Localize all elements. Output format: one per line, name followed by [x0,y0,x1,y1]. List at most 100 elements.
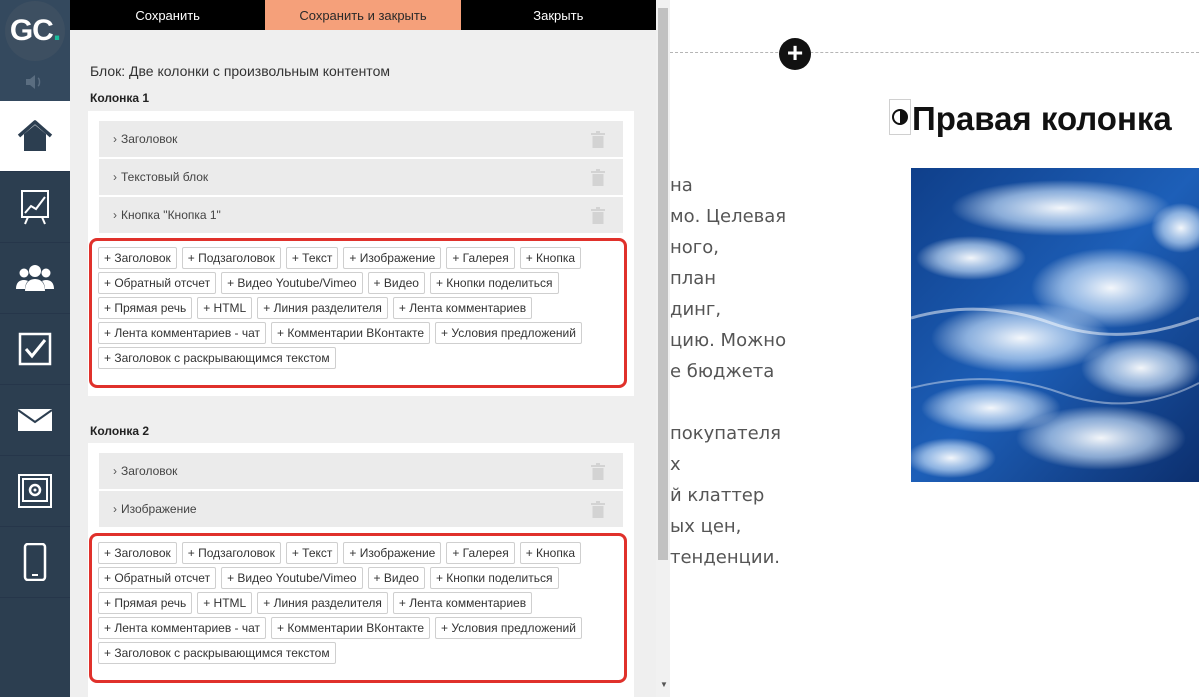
add-offer-terms-chip[interactable]: + Условия предложений [435,617,582,639]
text-line: х [670,454,681,475]
trash-icon[interactable] [591,207,605,224]
nav-item-users[interactable] [0,243,70,314]
add-subheading-chip[interactable]: + Подзаголовок [181,247,281,269]
text-line: мо. Целевая [670,206,787,227]
add-offer-terms-chip[interactable]: + Условия предложений [435,322,582,344]
add-comments-chip[interactable]: + Лента комментариев [392,592,533,614]
save-button[interactable]: Сохранить [70,0,266,30]
add-divider-chip[interactable]: + Линия разделителя [257,592,388,614]
nav-item-mobile[interactable] [0,527,70,598]
contrast-toggle[interactable] [889,99,911,135]
save-and-close-button[interactable]: Сохранить и закрыть [265,0,461,30]
column-2-item-heading[interactable]: › Заголовок [99,453,623,490]
chip-row: + Заголовок с раскрывающимся текстом [98,642,618,664]
add-video-youtube-chip[interactable]: + Видео Youtube/Vimeo [221,272,363,294]
add-heading-chip[interactable]: + Заголовок [98,247,177,269]
section-divider [670,52,1199,53]
column-2-item-image[interactable]: › Изображение [99,491,623,528]
add-gallery-chip[interactable]: + Галерея [446,247,515,269]
column-2-add-elements: + Заголовок + Подзаголовок + Текст + Изо… [89,533,627,683]
text-line: план [670,268,717,289]
add-quote-chip[interactable]: + Прямая речь [98,297,193,319]
text-line: е бюджета [670,361,775,382]
add-subheading-chip[interactable]: + Подзаголовок [181,542,281,564]
logo[interactable]: GC. [5,1,65,61]
chevron-right-icon: › [113,208,117,222]
chevron-right-icon: › [113,170,117,184]
trash-icon[interactable] [591,463,605,480]
nav-item-messages[interactable] [0,385,70,456]
trash-icon[interactable] [591,169,605,186]
item-label: Заголовок [121,132,178,146]
column-1-item-textblock[interactable]: › Текстовый блок [99,159,623,196]
text-line [670,387,870,418]
nav-item-stats[interactable] [0,172,70,243]
add-share-buttons-chip[interactable]: + Кнопки поделиться [429,272,559,294]
add-comments-chat-chip[interactable]: + Лента комментариев - чат [98,617,267,639]
nav-item-home[interactable] [0,101,70,172]
chip-row: + Лента комментариев - чат + Комментарии… [98,617,618,639]
chevron-right-icon: › [113,464,117,478]
checkbox-icon [18,332,52,366]
chip-row: + Заголовок с раскрывающимся текстом [98,347,618,369]
add-heading-chip[interactable]: + Заголовок [98,542,177,564]
add-comments-chat-chip[interactable]: + Лента комментариев - чат [98,322,267,344]
column-1-item-button[interactable]: › Кнопка "Кнопка 1" [99,197,623,234]
add-video-youtube-chip[interactable]: + Видео Youtube/Vimeo [221,567,363,589]
trash-icon[interactable] [591,501,605,518]
add-button-chip[interactable]: + Кнопка [519,247,582,269]
add-share-buttons-chip[interactable]: + Кнопки поделиться [429,567,559,589]
add-button-chip[interactable]: + Кнопка [519,542,582,564]
chip-row: + Лента комментариев - чат + Комментарии… [98,322,618,344]
add-html-chip[interactable]: + HTML [197,592,253,614]
add-image-chip[interactable]: + Изображение [343,247,442,269]
column-1-title: Колонка 1 [90,91,150,105]
close-button[interactable]: Закрыть [460,0,656,30]
add-block-button[interactable]: + [779,38,811,70]
nav-item-tasks[interactable] [0,314,70,385]
block-title: Блок: Две колонки с произвольным контент… [90,63,390,79]
add-vk-comments-chip[interactable]: + Комментарии ВКонтакте [271,322,431,344]
add-text-chip[interactable]: + Текст [285,542,339,564]
page-preview: + на мо. Целевая ного, план динг, цию. М… [670,0,1199,697]
scrollbar-thumb[interactable] [658,8,668,560]
trash-icon[interactable] [591,131,605,148]
block-editor-panel: Сохранить Сохранить и закрыть Закрыть Бл… [70,0,656,697]
chip-row: + Прямая речь + HTML + Линия разделителя… [98,592,618,614]
chart-icon [21,190,49,225]
ocean-water-image [911,168,1199,482]
add-divider-chip[interactable]: + Линия разделителя [257,297,388,319]
text-line: на [670,175,693,196]
add-gallery-chip[interactable]: + Галерея [446,542,515,564]
chevron-right-icon: › [113,502,117,516]
add-comments-chip[interactable]: + Лента комментариев [392,297,533,319]
logo-area: GC. [0,0,70,62]
add-text-chip[interactable]: + Текст [285,247,339,269]
users-icon [16,265,54,291]
sound-toggle[interactable] [0,62,70,101]
editor-toolbar: Сохранить Сохранить и закрыть Закрыть [70,0,656,30]
column-1-item-heading[interactable]: › Заголовок [99,121,623,158]
add-video-chip[interactable]: + Видео [367,272,425,294]
editor-scrollbar[interactable]: ▼ [656,0,670,697]
contrast-icon [892,109,908,125]
speaker-icon [26,74,41,89]
chip-row: + Прямая речь + HTML + Линия разделителя… [98,297,618,319]
scroll-down-arrow-icon[interactable]: ▼ [660,680,668,689]
add-image-chip[interactable]: + Изображение [343,542,442,564]
add-countdown-chip[interactable]: + Обратный отсчет [98,567,217,589]
nav-item-settings[interactable] [0,456,70,527]
add-countdown-chip[interactable]: + Обратный отсчет [98,272,217,294]
text-line: й клаттер [670,485,765,506]
add-video-chip[interactable]: + Видео [367,567,425,589]
add-expandable-heading-chip[interactable]: + Заголовок с раскрывающимся текстом [98,347,336,369]
add-quote-chip[interactable]: + Прямая речь [98,592,193,614]
add-vk-comments-chip[interactable]: + Комментарии ВКонтакте [271,617,431,639]
add-expandable-heading-chip[interactable]: + Заголовок с раскрывающимся текстом [98,642,336,664]
column-2-title: Колонка 2 [90,424,150,438]
item-label: Изображение [121,502,197,516]
text-line: цию. Можно [670,330,787,351]
left-column-text: на мо. Целевая ного, план динг, цию. Мож… [670,170,870,573]
chip-row: + Обратный отсчет + Видео Youtube/Vimeo … [98,567,618,589]
add-html-chip[interactable]: + HTML [197,297,253,319]
